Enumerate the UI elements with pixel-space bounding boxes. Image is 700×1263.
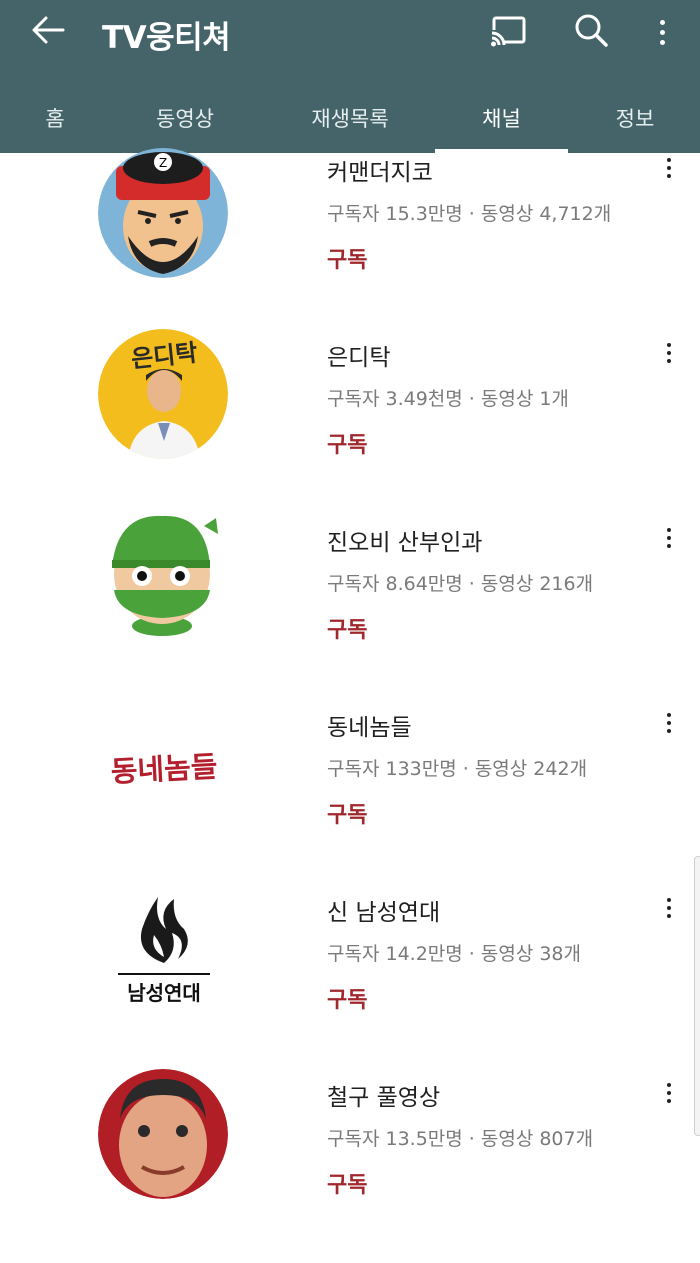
channel-row[interactable]: Z 커맨더지코 구독자 15.3만명 · 동영상 4,712개 구독: [0, 148, 700, 338]
channel-name[interactable]: 진오비 산부인과: [327, 523, 593, 557]
back-arrow-icon[interactable]: [30, 12, 66, 48]
tab-home[interactable]: 홈: [10, 82, 100, 153]
channel-avatar[interactable]: [98, 1069, 228, 1199]
subscribe-button[interactable]: 구독: [327, 427, 569, 459]
more-vert-icon[interactable]: [657, 1078, 681, 1108]
svg-text:Z: Z: [159, 156, 167, 170]
channel-info: 신 남성연대 구독자 14.2만명 · 동영상 38개 구독: [327, 893, 581, 1014]
channel-row[interactable]: 남성연대 신 남성연대 구독자 14.2만명 · 동영상 38개 구독: [0, 893, 700, 1078]
scrollbar[interactable]: [694, 856, 700, 1136]
channel-meta: 구독자 13.5만명 · 동영상 807개: [327, 1128, 594, 1150]
subscribe-button[interactable]: 구독: [327, 612, 593, 644]
tab-videos[interactable]: 동영상: [130, 82, 240, 153]
channel-meta: 구독자 14.2만명 · 동영상 38개: [327, 943, 581, 965]
tab-bar: 홈 동영상 재생목록 채널 정보: [0, 82, 700, 153]
more-vert-icon[interactable]: [657, 523, 681, 553]
channel-meta: 구독자 3.49천명 · 동영상 1개: [327, 388, 569, 410]
channel-row[interactable]: 철구 풀영상 구독자 13.5만명 · 동영상 807개 구독: [0, 1069, 700, 1263]
tab-channels[interactable]: 채널: [435, 82, 568, 153]
tab-playlists[interactable]: 재생목록: [290, 82, 410, 153]
subscribe-button[interactable]: 구독: [327, 1167, 593, 1199]
flame-logo-icon: [128, 893, 200, 965]
channel-name[interactable]: 신 남성연대: [327, 893, 581, 927]
channel-logo-text: 남성연대: [118, 973, 210, 1006]
app-bar: TV웅티쳐 홈 동영상 재생목록 채널 정보: [0, 0, 700, 153]
channel-avatar[interactable]: Z: [98, 148, 228, 278]
search-icon[interactable]: [573, 12, 609, 52]
channel-info: 철구 풀영상 구독자 13.5만명 · 동영상 807개 구독: [327, 1078, 593, 1199]
more-vert-icon[interactable]: [657, 893, 681, 923]
channel-title: TV웅티쳐: [102, 20, 231, 56]
channel-name[interactable]: 커맨더지코: [327, 153, 611, 187]
channel-name[interactable]: 은디탁: [327, 338, 569, 372]
more-vert-icon[interactable]: [657, 708, 681, 738]
channel-meta: 구독자 15.3만명 · 동영상 4,712개: [327, 203, 612, 225]
cast-icon[interactable]: [490, 14, 528, 52]
more-vert-icon[interactable]: [648, 12, 676, 52]
more-vert-icon[interactable]: [657, 153, 681, 183]
channel-info: 은디탁 구독자 3.49천명 · 동영상 1개 구독: [327, 338, 569, 459]
channel-row[interactable]: 진오비 산부인과 구독자 8.64만명 · 동영상 216개 구독: [0, 515, 700, 708]
channel-meta: 구독자 8.64만명 · 동영상 216개: [327, 573, 594, 595]
subscribe-button[interactable]: 구독: [327, 242, 611, 274]
channel-info: 커맨더지코 구독자 15.3만명 · 동영상 4,712개 구독: [327, 153, 611, 274]
channel-logo-text: 동네놈들: [109, 749, 219, 789]
channel-name[interactable]: 철구 풀영상: [327, 1078, 593, 1112]
subscribe-button[interactable]: 구독: [327, 982, 581, 1014]
channel-name[interactable]: 동네놈들: [327, 708, 587, 742]
more-vert-icon[interactable]: [657, 338, 681, 368]
channel-row[interactable]: 동네놈들 동네놈들 구독자 133만명 · 동영상 242개 구독: [0, 708, 700, 893]
channel-info: 동네놈들 구독자 133만명 · 동영상 242개 구독: [327, 708, 587, 829]
tab-about[interactable]: 정보: [590, 82, 680, 153]
channel-avatar[interactable]: [98, 514, 228, 644]
channel-info: 진오비 산부인과 구독자 8.64만명 · 동영상 216개 구독: [327, 523, 593, 644]
subscribe-button[interactable]: 구독: [327, 797, 587, 829]
channel-meta: 구독자 133만명 · 동영상 242개: [327, 758, 588, 780]
channel-row[interactable]: 은디탁 은디탁 구독자 3.49천명 · 동영상 1개 구독: [0, 329, 700, 523]
